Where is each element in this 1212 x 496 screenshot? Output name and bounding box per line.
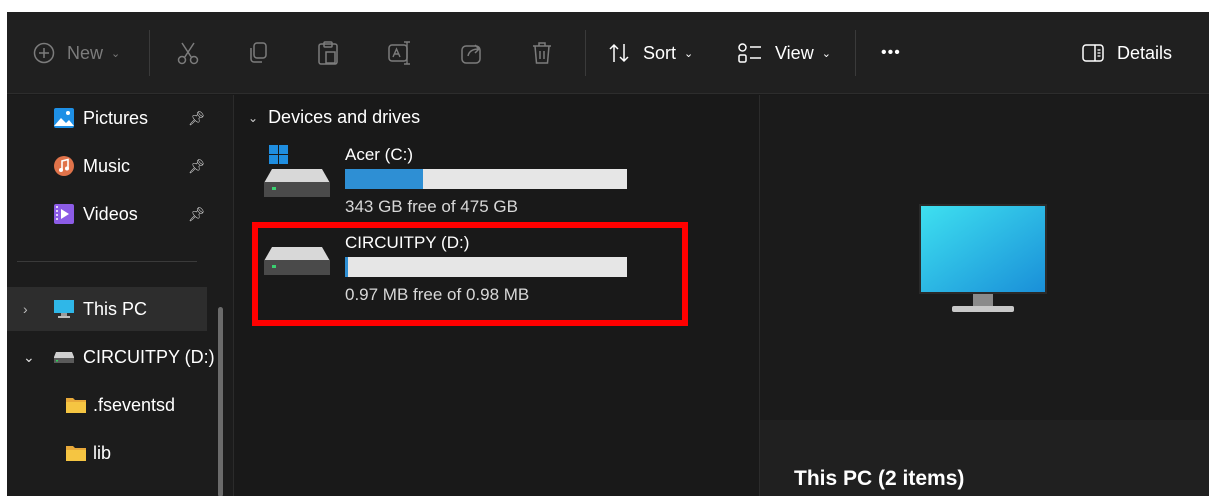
folder-icon (65, 444, 87, 462)
chevron-down-icon: ⌄ (684, 47, 694, 60)
music-icon (53, 155, 75, 177)
scissors-icon (177, 42, 199, 65)
chevron-down-icon: ⌄ (821, 47, 831, 60)
chevron-down-icon: ⌄ (248, 110, 259, 125)
group-header-label: Devices and drives (268, 107, 421, 127)
sort-button[interactable]: Sort ⌄ (607, 12, 693, 94)
drive-icon (53, 350, 75, 364)
sidebar-item-fseventsd[interactable]: .fseventsd (7, 383, 207, 427)
toolbar-divider (149, 30, 150, 76)
sidebar-item-label: Pictures (83, 107, 149, 128)
highlight-box (252, 222, 688, 326)
paste-button[interactable] (317, 12, 339, 94)
more-options-button[interactable]: ••• (881, 12, 901, 94)
details-button[interactable]: Details (1081, 12, 1172, 94)
more-icon: ••• (881, 44, 901, 61)
new-button[interactable]: New ⌄ (33, 12, 120, 94)
pin-icon[interactable]: 📌︎ (188, 110, 206, 127)
chevron-down-icon: ⌄ (111, 47, 121, 60)
details-pane-icon (1082, 44, 1104, 62)
pictures-icon (53, 107, 75, 129)
command-bar: New ⌄ Sort ⌄ View ⌄ ••• Details (7, 12, 1209, 94)
sidebar-divider (17, 261, 197, 262)
sidebar-item-label: This PC (83, 298, 148, 319)
copy-button[interactable] (247, 12, 269, 94)
sidebar-item-lib[interactable]: lib (7, 431, 207, 475)
monitor-icon (53, 299, 75, 319)
share-button[interactable] (460, 12, 484, 94)
sidebar-item-label: .fseventsd (93, 394, 176, 415)
rename-icon (388, 41, 410, 65)
rename-button[interactable] (387, 12, 413, 94)
copy-icon (250, 42, 267, 63)
details-button-label: Details (1117, 42, 1173, 63)
drive-item-c[interactable]: Acer (C:) 343 GB free of 475 GB (262, 145, 642, 225)
pin-icon[interactable]: 📌︎ (188, 158, 206, 175)
share-icon (461, 44, 481, 64)
drive-free-space: 343 GB free of 475 GB (345, 197, 518, 216)
sidebar-item-label: Videos (83, 203, 138, 224)
toolbar-divider (855, 30, 856, 76)
details-title: This PC (2 items) (794, 467, 965, 490)
sort-button-label: Sort (643, 42, 677, 63)
sidebar-item-label: lib (93, 442, 112, 463)
sidebar-item-label: CIRCUITPY (D:) (83, 346, 215, 367)
sort-icon (609, 43, 629, 63)
file-explorer-window: New ⌄ Sort ⌄ View ⌄ ••• Details Pictures… (7, 12, 1209, 496)
view-button[interactable]: View ⌄ (737, 12, 831, 94)
windows-drive-icon (262, 145, 332, 206)
plus-circle-icon (33, 42, 55, 64)
cut-button[interactable] (177, 12, 199, 94)
navigation-pane[interactable]: Pictures 📌︎ Music 📌︎ Videos 📌︎ › This PC (7, 95, 233, 496)
sidebar-scrollbar[interactable] (218, 307, 223, 496)
sidebar-item-circuitpy[interactable]: ⌄ CIRCUITPY (D:) (7, 335, 217, 379)
sidebar-item-videos[interactable]: Videos 📌︎ (7, 192, 207, 236)
details-pane: This PC (2 items) (759, 95, 1209, 496)
drive-name: Acer (C:) (345, 145, 413, 164)
sidebar-item-pictures[interactable]: Pictures 📌︎ (7, 96, 207, 140)
clipboard-icon (318, 41, 338, 65)
toolbar-divider (585, 30, 586, 76)
sidebar-item-this-pc[interactable]: › This PC (7, 287, 207, 331)
folder-icon (65, 396, 87, 414)
pin-icon[interactable]: 📌︎ (188, 206, 206, 223)
drive-usage-fill (345, 169, 424, 189)
delete-button[interactable] (531, 12, 553, 94)
preview-area (760, 95, 1209, 420)
chevron-right-icon[interactable]: › (23, 301, 28, 317)
sidebar-item-music[interactable]: Music 📌︎ (7, 144, 207, 188)
new-button-label: New (67, 42, 104, 63)
trash-icon (533, 42, 551, 64)
drive-usage-bar (345, 169, 627, 189)
group-header-devices[interactable]: ⌄ Devices and drives (248, 107, 420, 128)
monitor-icon (919, 204, 1047, 312)
videos-icon (53, 203, 75, 225)
view-icon (738, 43, 761, 63)
sidebar-item-label: Music (83, 155, 131, 176)
view-button-label: View (775, 42, 814, 63)
chevron-down-icon[interactable]: ⌄ (23, 349, 35, 366)
content-pane: ⌄ Devices and drives Acer (C:) 343 GB fr… (234, 95, 759, 496)
